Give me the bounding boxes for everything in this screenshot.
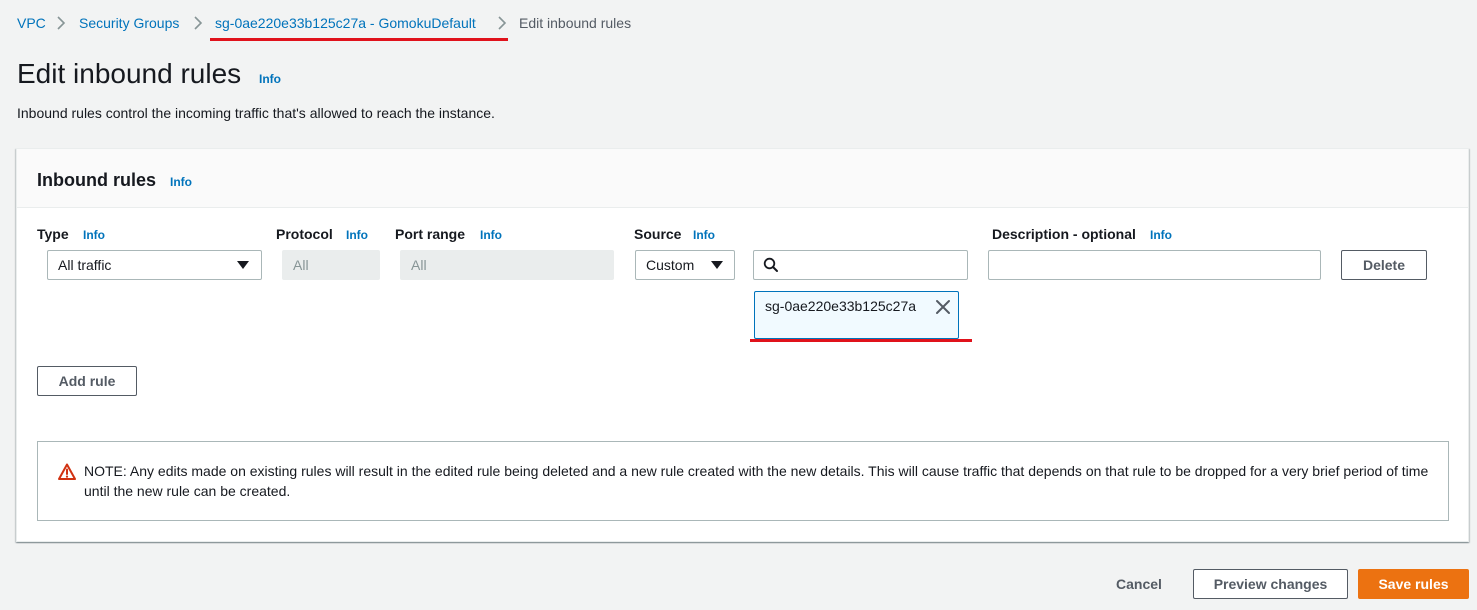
cancel-button[interactable]: Cancel [1109, 569, 1169, 599]
type-label: Type [37, 226, 69, 242]
port-range-field: All [400, 250, 614, 280]
container-header: Inbound rules Info [17, 149, 1468, 208]
protocol-label: Protocol [276, 226, 333, 242]
close-icon[interactable] [935, 299, 951, 315]
source-token-label: sg-0ae220e33b125c27a [765, 298, 917, 314]
description-info-link[interactable]: Info [1150, 228, 1172, 242]
protocol-info-link[interactable]: Info [346, 228, 368, 242]
type-select[interactable]: All traffic [47, 250, 262, 280]
preview-changes-button[interactable]: Preview changes [1193, 569, 1348, 599]
port-range-info-link[interactable]: Info [480, 228, 502, 242]
chevron-right-icon [497, 14, 507, 32]
caret-down-icon [711, 261, 723, 269]
annotation-underline-token [750, 339, 972, 342]
warning-alert: NOTE: Any edits made on existing rules w… [37, 441, 1449, 521]
breadcrumb-vpc-link[interactable]: VPC [17, 14, 46, 32]
inbound-rules-container: Inbound rules Info Type Info Protocol In… [16, 148, 1469, 542]
source-search-input[interactable] [753, 250, 968, 280]
caret-down-icon [237, 261, 249, 269]
search-icon [763, 257, 779, 273]
page-title: Edit inbound rules [17, 58, 242, 89]
source-select[interactable]: Custom [635, 250, 735, 280]
delete-rule-button[interactable]: Delete [1341, 250, 1427, 280]
warning-alert-text: NOTE: Any edits made on existing rules w… [84, 463, 1429, 499]
annotation-underline-breadcrumb [210, 38, 508, 41]
page-description: Inbound rules control the incoming traff… [17, 105, 495, 121]
inbound-rules-info-link[interactable]: Info [170, 175, 192, 189]
container-title: Inbound rules [37, 170, 156, 190]
page-info-link[interactable]: Info [259, 72, 281, 86]
breadcrumb-security-group-link[interactable]: sg-0ae220e33b125c27a - GomokuDefault [215, 14, 476, 32]
breadcrumb-current: Edit inbound rules [519, 15, 632, 31]
description-input[interactable] [988, 250, 1321, 280]
add-rule-button[interactable]: Add rule [37, 366, 137, 396]
source-label: Source [634, 226, 682, 242]
source-select-value: Custom [646, 257, 695, 273]
save-rules-button[interactable]: Save rules [1358, 569, 1469, 599]
warning-icon [58, 463, 76, 481]
chevron-right-icon [193, 14, 203, 32]
type-info-link[interactable]: Info [83, 228, 105, 242]
source-info-link[interactable]: Info [693, 228, 715, 242]
description-label: Description - optional [992, 226, 1136, 242]
source-token: sg-0ae220e33b125c27a [754, 291, 959, 339]
chevron-right-icon [56, 14, 66, 32]
breadcrumb-security-groups-link[interactable]: Security Groups [79, 14, 179, 32]
type-select-value: All traffic [58, 257, 112, 273]
protocol-field: All [282, 250, 380, 280]
port-range-label: Port range [395, 226, 466, 242]
